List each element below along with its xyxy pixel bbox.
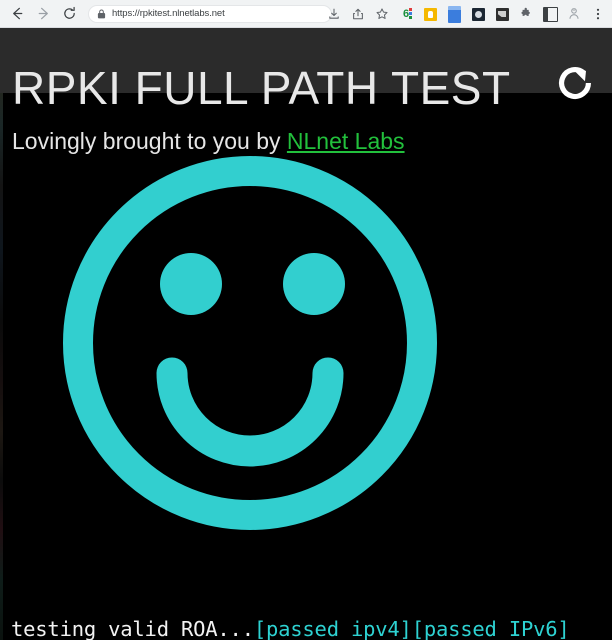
smiley-right-eye (283, 253, 345, 315)
forward-arrow-icon[interactable] (32, 3, 54, 25)
reload-test-button[interactable] (550, 58, 600, 108)
extension-square-icon[interactable] (539, 3, 561, 25)
profile-avatar-icon[interactable] (563, 3, 585, 25)
address-bar[interactable]: https://rpkitest.nlnetlabs.net (88, 4, 332, 23)
page-content: RPKI FULL PATH TEST Lovingly brought to … (0, 28, 612, 640)
window-edge-strip (0, 28, 3, 640)
extension-counter-dots (409, 7, 413, 19)
chrome-menu-icon[interactable] (587, 3, 609, 25)
back-arrow-icon[interactable] (6, 3, 28, 25)
reload-icon[interactable] (58, 3, 80, 25)
lock-icon (97, 8, 106, 19)
console-line-1: testing valid ROA...[passed ipv4][passed… (11, 617, 607, 640)
share-icon[interactable] (347, 3, 369, 25)
extension-yellow-icon[interactable] (419, 3, 441, 25)
navigation-buttons (0, 3, 82, 25)
address-bar-url[interactable]: https://rpkitest.nlnetlabs.net (112, 8, 225, 19)
smiley-face-happy (48, 141, 452, 545)
console-segment-testing: testing valid ROA... (11, 617, 254, 640)
bookmark-star-icon[interactable] (371, 3, 393, 25)
extensions-puzzle-icon[interactable] (515, 3, 537, 25)
smiley-mouth (156, 357, 344, 467)
toolbar-action-icons: 6 (322, 0, 610, 28)
reload-icon (559, 67, 592, 99)
install-app-icon[interactable] (323, 3, 345, 25)
extension-blue-icon[interactable] (443, 3, 465, 25)
page-title: RPKI FULL PATH TEST (12, 62, 511, 114)
browser-toolbar: https://rpkitest.nlnetlabs.net 6 (0, 0, 612, 28)
console-segment-passed: [passed ipv4][passed IPv6] (253, 617, 570, 640)
console-output: testing valid ROA...[passed ipv4][passed… (11, 566, 607, 640)
extension-counter-icon[interactable]: 6 (395, 3, 417, 25)
smiley-left-eye (160, 253, 222, 315)
extension-dark-icon[interactable] (467, 3, 489, 25)
extension-gray-icon[interactable] (491, 3, 513, 25)
